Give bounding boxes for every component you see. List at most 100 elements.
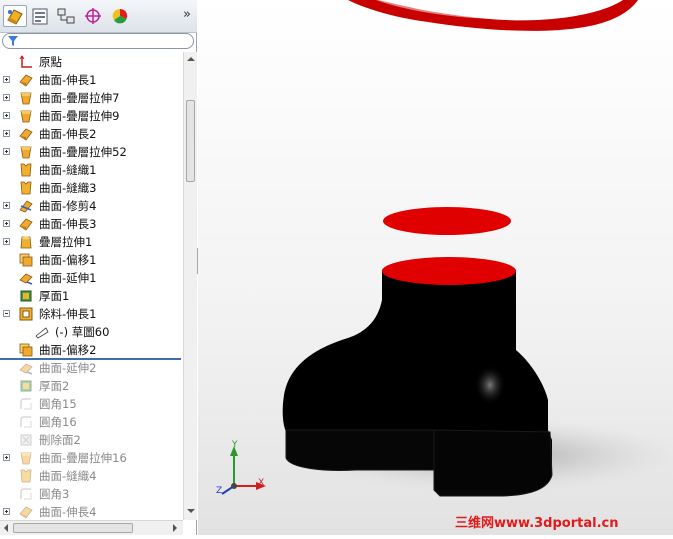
scroll-right-arrow-icon[interactable] bbox=[172, 524, 178, 532]
scroll-left-arrow-icon[interactable] bbox=[3, 524, 9, 532]
tree-item[interactable]: 曲面-偏移1 bbox=[0, 251, 183, 269]
surface-loft-icon bbox=[18, 144, 34, 160]
configurationmanager-icon bbox=[57, 8, 75, 24]
tree-item[interactable]: 圓角3 bbox=[0, 485, 183, 503]
triad-x-label: X bbox=[258, 478, 265, 488]
tree-item-label: 曲面-延伸2 bbox=[39, 361, 97, 375]
tree-item-label: 曲面-延伸1 bbox=[39, 271, 97, 285]
collapse-icon[interactable] bbox=[3, 310, 10, 317]
tree-item-label: 曲面-縫織3 bbox=[39, 181, 97, 195]
tree-item[interactable]: 曲面-延伸1 bbox=[0, 269, 183, 287]
triad-z-label: Z bbox=[216, 486, 223, 496]
tree-item-label: 厚面1 bbox=[39, 289, 70, 303]
tree-item-label: 曲面-伸長1 bbox=[39, 73, 97, 87]
dimxpert-tab[interactable] bbox=[81, 5, 105, 27]
featuremanager-icon bbox=[7, 9, 23, 25]
filter-icon bbox=[8, 36, 18, 46]
tree-item[interactable]: 厚面2 bbox=[0, 377, 183, 395]
tree-item-label: (-) 草圖60 bbox=[55, 325, 110, 339]
expand-icon[interactable] bbox=[3, 148, 10, 155]
tree-item[interactable]: 曲面-伸長4 bbox=[0, 503, 183, 520]
tree-item[interactable]: 曲面-縫織1 bbox=[0, 161, 183, 179]
rollback-bar[interactable] bbox=[0, 358, 181, 360]
expand-icon[interactable] bbox=[3, 76, 10, 83]
expand-icon[interactable] bbox=[3, 202, 10, 209]
surface-loft-icon bbox=[18, 90, 34, 106]
tree-item[interactable]: 曲面-疊層拉伸7 bbox=[0, 89, 183, 107]
propertymanager-icon bbox=[32, 8, 48, 25]
expand-icon[interactable] bbox=[3, 220, 10, 227]
thicken-icon bbox=[18, 288, 34, 304]
vertical-scroll-thumb[interactable] bbox=[186, 100, 195, 182]
graphics-viewport[interactable]: Y X Z bbox=[198, 0, 673, 535]
expand-icon[interactable] bbox=[3, 112, 10, 119]
scroll-down-arrow-icon[interactable] bbox=[187, 508, 195, 514]
tree-item-label: 厚面2 bbox=[39, 379, 70, 393]
propertymanager-tab[interactable] bbox=[28, 5, 52, 27]
thicken-icon bbox=[18, 378, 34, 394]
display-manager-tab[interactable] bbox=[108, 5, 132, 27]
crosshair-icon bbox=[85, 8, 101, 24]
tree-item-label: 除料-伸長1 bbox=[39, 307, 97, 321]
tree-item-label: 圓角15 bbox=[39, 397, 77, 411]
tree-item[interactable]: 除料-伸長1 bbox=[0, 305, 183, 323]
tree-item[interactable]: 刪除面2 bbox=[0, 431, 183, 449]
tree-item-label: 曲面-偏移1 bbox=[39, 253, 97, 267]
surface-loft-icon bbox=[18, 450, 34, 466]
model-view bbox=[198, 0, 673, 535]
scroll-up-arrow-icon[interactable] bbox=[187, 56, 195, 62]
tree-item[interactable]: 曲面-偏移2 bbox=[0, 341, 183, 359]
origin-icon bbox=[18, 54, 34, 70]
more-tabs-button[interactable]: » bbox=[183, 7, 191, 22]
boot-opening-face bbox=[382, 257, 516, 285]
feature-tree: 原點 曲面-伸長1 曲面-疊層拉伸7 曲面-疊層拉伸9 曲面-伸長2 曲面-疊層拉伸52 曲… bbox=[0, 52, 183, 520]
site-watermark: 三维网www.3dportal.cn bbox=[455, 516, 619, 531]
tree-item[interactable]: 曲面-伸長3 bbox=[0, 215, 183, 233]
horizontal-scroll-thumb[interactable] bbox=[13, 523, 133, 533]
surface-extend-icon bbox=[18, 270, 34, 286]
featuremanager-tab[interactable] bbox=[3, 5, 27, 27]
tree-item-label: 曲面-疊層拉伸16 bbox=[39, 451, 127, 465]
tree-item-label: 曲面-伸長4 bbox=[39, 505, 97, 519]
tree-item[interactable]: 曲面-伸長2 bbox=[0, 125, 183, 143]
surface-extrude-icon bbox=[18, 504, 34, 520]
expand-icon[interactable] bbox=[3, 508, 10, 515]
tree-item[interactable]: 曲面-疊層拉伸52 bbox=[0, 143, 183, 161]
fillet-icon bbox=[18, 486, 34, 502]
tree-item[interactable]: 疊層拉伸1 bbox=[0, 233, 183, 251]
fillet-icon bbox=[18, 396, 34, 412]
expand-icon[interactable] bbox=[3, 454, 10, 461]
tree-item[interactable]: 曲面-疊層拉伸16 bbox=[0, 449, 183, 467]
tree-item-label: 曲面-縫織4 bbox=[39, 469, 97, 483]
tree-item[interactable]: 圓角15 bbox=[0, 395, 183, 413]
tree-filter-input[interactable] bbox=[2, 33, 194, 49]
tree-item[interactable]: 曲面-修剪4 bbox=[0, 197, 183, 215]
tree-item-label: 曲面-偏移2 bbox=[39, 343, 97, 357]
triad-y-label: Y bbox=[232, 440, 238, 450]
tree-item[interactable]: 圓角16 bbox=[0, 413, 183, 431]
tree-item[interactable]: 曲面-縫織4 bbox=[0, 467, 183, 485]
tree-item[interactable]: 曲面-伸長1 bbox=[0, 71, 183, 89]
tree-vertical-scrollbar[interactable] bbox=[183, 52, 197, 520]
tree-item-label: 疊層拉伸1 bbox=[39, 235, 93, 249]
tree-item[interactable]: 原點 bbox=[0, 53, 183, 71]
surface-knit-icon bbox=[18, 162, 34, 178]
surface-trim-icon bbox=[18, 198, 34, 214]
tree-item[interactable]: 曲面-縫織3 bbox=[0, 179, 183, 197]
delete-face-icon bbox=[18, 432, 34, 448]
expand-icon[interactable] bbox=[3, 130, 10, 137]
fillet-icon bbox=[18, 414, 34, 430]
tree-item[interactable]: 曲面-延伸2 bbox=[0, 359, 183, 377]
tree-item[interactable]: 厚面1 bbox=[0, 287, 183, 305]
tree-item[interactable]: 曲面-疊層拉伸9 bbox=[0, 107, 183, 125]
surface-offset-icon bbox=[18, 342, 34, 358]
tree-item-label: 曲面-疊層拉伸9 bbox=[39, 109, 120, 123]
tree-horizontal-scrollbar[interactable] bbox=[0, 520, 183, 535]
configurationmanager-tab[interactable] bbox=[54, 5, 78, 27]
tree-item-label: 曲面-伸長2 bbox=[39, 127, 97, 141]
tree-item[interactable]: (-) 草圖60 bbox=[0, 323, 183, 341]
tree-item-label: 原點 bbox=[39, 55, 62, 69]
surface-knit-icon bbox=[18, 468, 34, 484]
expand-icon[interactable] bbox=[3, 238, 10, 245]
expand-icon[interactable] bbox=[3, 94, 10, 101]
